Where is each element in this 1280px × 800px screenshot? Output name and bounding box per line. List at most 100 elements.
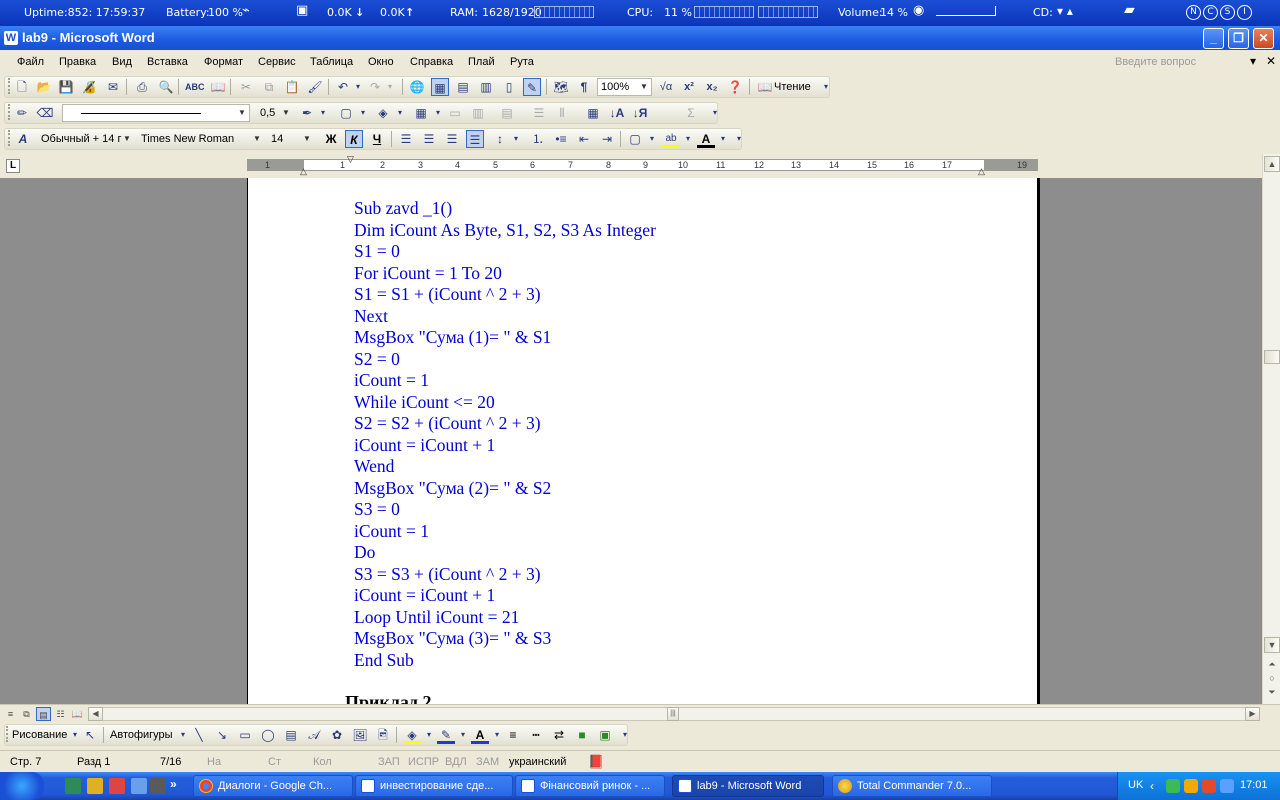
- first-line-indent-marker[interactable]: ▽: [347, 154, 354, 165]
- line-style-icon[interactable]: ≡: [504, 726, 522, 744]
- line-color-dropdown-icon[interactable]: ▾: [454, 726, 472, 744]
- spelling-icon[interactable]: ABC: [185, 78, 205, 96]
- highlight-icon[interactable]: ab: [662, 130, 680, 148]
- document-close-icon[interactable]: ✕: [1266, 54, 1276, 68]
- wordart-tool-icon[interactable]: 𝒜: [305, 726, 323, 744]
- toolbar-options-icon[interactable]: ▾: [706, 104, 724, 122]
- save-icon[interactable]: 💾: [57, 78, 75, 96]
- hyperlink-icon[interactable]: 🌐: [408, 78, 426, 96]
- insert-table-icon[interactable]: ▤: [454, 78, 472, 96]
- scroll-down-button[interactable]: ▼: [1264, 637, 1280, 653]
- split-cells-icon[interactable]: ▥: [469, 104, 487, 122]
- shadow-style-icon[interactable]: ■: [573, 726, 591, 744]
- autoshapes-menu-button[interactable]: Автофигуры: [110, 729, 173, 741]
- equation-icon[interactable]: √α: [657, 78, 675, 96]
- status-track-changes[interactable]: ИСПР: [408, 756, 439, 768]
- toolbar-options-icon[interactable]: ▾: [817, 78, 835, 96]
- status-extend[interactable]: ВДЛ: [445, 756, 467, 768]
- menu-edit[interactable]: Правка: [59, 56, 96, 68]
- menu-file[interactable]: Файл: [17, 56, 44, 68]
- menu-window[interactable]: Окно: [368, 56, 394, 68]
- style-select[interactable]: Обычный + 14 г ▼: [37, 130, 135, 148]
- autoformat-table-icon[interactable]: ▦: [584, 104, 602, 122]
- toolbar-options-icon[interactable]: ▾: [616, 726, 634, 744]
- picture-tool-icon[interactable]: 🖻: [374, 726, 392, 744]
- copy-icon[interactable]: ⧉: [260, 78, 278, 96]
- vertical-scroll-thumb[interactable]: [1264, 350, 1280, 364]
- sort-descending-icon[interactable]: ↓Я: [631, 104, 649, 122]
- 3d-style-icon[interactable]: ▣: [596, 726, 614, 744]
- menu-insert[interactable]: Вставка: [147, 56, 188, 68]
- line-tool-icon[interactable]: ╲: [190, 726, 208, 744]
- code-line[interactable]: iCount = 1: [354, 370, 656, 392]
- underline-button[interactable]: Ч: [368, 130, 386, 148]
- line-spacing-dropdown-icon[interactable]: ▾: [507, 130, 525, 148]
- border-color-dropdown-icon[interactable]: ▾: [314, 104, 332, 122]
- cut-icon[interactable]: ✂: [237, 78, 255, 96]
- right-indent-marker[interactable]: △: [978, 166, 985, 177]
- code-line[interactable]: iCount = iCount + 1: [354, 585, 656, 607]
- menu-format[interactable]: Формат: [204, 56, 243, 68]
- outline-view-icon[interactable]: ☷: [53, 707, 68, 721]
- horizontal-ruler[interactable]: L 1 1 2 3 4 5 6 7 8 9 10 11 12 13 14 15 …: [0, 154, 1280, 178]
- code-line[interactable]: Next: [354, 306, 656, 328]
- print-preview-icon[interactable]: 🔍: [157, 78, 175, 96]
- quicklaunch-drive-icon[interactable]: [87, 778, 103, 794]
- shading-icon[interactable]: ◈: [374, 104, 392, 122]
- shading-dropdown-icon[interactable]: ▾: [391, 104, 409, 122]
- align-center-icon[interactable]: ☰: [420, 130, 438, 148]
- tray-app-icon[interactable]: [1184, 779, 1198, 793]
- document-area[interactable]: Sub zavd _1() Dim iCount As Byte, S1, S2…: [0, 178, 1262, 704]
- spelling-status-icon[interactable]: 📕: [588, 754, 604, 770]
- code-line[interactable]: Sub zavd _1(): [354, 198, 656, 220]
- menu-view[interactable]: Вид: [112, 56, 132, 68]
- permission-icon[interactable]: 🔏: [80, 78, 98, 96]
- redo-dropdown-icon[interactable]: ▾: [381, 78, 399, 96]
- document-page[interactable]: Sub zavd _1() Dim iCount As Byte, S1, S2…: [247, 178, 1040, 704]
- menu-tools[interactable]: Сервис: [258, 56, 296, 68]
- status-overtype[interactable]: ЗАМ: [476, 756, 499, 768]
- line-style-select[interactable]: ▼: [62, 104, 250, 122]
- select-objects-icon[interactable]: ↖: [81, 726, 99, 744]
- numbering-icon[interactable]: ⒈: [529, 130, 547, 148]
- code-line[interactable]: iCount = 1: [354, 521, 656, 543]
- table-insert-dropdown-icon[interactable]: ▾: [429, 104, 447, 122]
- cd-eject-icon[interactable]: ▾ ▴: [1057, 4, 1073, 18]
- scroll-up-button[interactable]: ▲: [1264, 156, 1280, 172]
- next-page-icon[interactable]: ⏷: [1264, 685, 1280, 701]
- tray-security-icon[interactable]: [1202, 779, 1216, 793]
- code-line[interactable]: End Sub: [354, 650, 656, 672]
- arrow-tool-icon[interactable]: ↘: [213, 726, 231, 744]
- borders-icon[interactable]: ▢: [337, 104, 355, 122]
- print-icon[interactable]: ⎙: [133, 78, 151, 96]
- new-document-icon[interactable]: 🗋: [13, 78, 31, 96]
- reading-layout-icon[interactable]: 📖: [70, 707, 85, 721]
- email-icon[interactable]: ✉: [104, 78, 122, 96]
- borders-dropdown-icon[interactable]: ▾: [354, 104, 372, 122]
- code-line[interactable]: S1 = 0: [354, 241, 656, 263]
- read-mode-label[interactable]: Чтение: [774, 81, 811, 93]
- code-line[interactable]: S2 = S2 + (iCount ^ 2 + 3): [354, 413, 656, 435]
- align-left-icon[interactable]: ☰: [397, 130, 415, 148]
- language-indicator[interactable]: UK: [1128, 779, 1143, 791]
- diagram-tool-icon[interactable]: ✿: [328, 726, 346, 744]
- show-formatting-icon[interactable]: ¶: [575, 78, 593, 96]
- insert-excel-icon[interactable]: ▥: [477, 78, 495, 96]
- menu-help[interactable]: Справка: [410, 56, 453, 68]
- help-icon[interactable]: ❓: [726, 78, 744, 96]
- task-word-doc-1[interactable]: инвестирование сде...: [355, 775, 513, 797]
- code-line[interactable]: S3 = 0: [354, 499, 656, 521]
- text-color-icon[interactable]: A: [471, 726, 489, 744]
- example-heading[interactable]: Приклад 2: [345, 692, 431, 704]
- task-total-commander[interactable]: Total Commander 7.0...: [832, 775, 992, 797]
- window-title-bar[interactable]: W lab9 - Microsoft Word _ ❐ ✕: [0, 26, 1280, 50]
- code-line[interactable]: For iCount = 1 To 20: [354, 263, 656, 285]
- draw-table-icon[interactable]: ✏: [13, 104, 31, 122]
- quicklaunch-app-icon[interactable]: [65, 778, 81, 794]
- bold-button[interactable]: Ж: [322, 130, 340, 148]
- rectangle-tool-icon[interactable]: ▭: [236, 726, 254, 744]
- code-line[interactable]: Dim iCount As Byte, S1, S2, S3 As Intege…: [354, 220, 656, 242]
- horizontal-scroll-bar[interactable]: ≡ ⧉ ▤ ☷ 📖 ◀ ||| ▶: [0, 704, 1280, 722]
- increase-indent-icon[interactable]: ⇥: [598, 130, 616, 148]
- code-line[interactable]: Do: [354, 542, 656, 564]
